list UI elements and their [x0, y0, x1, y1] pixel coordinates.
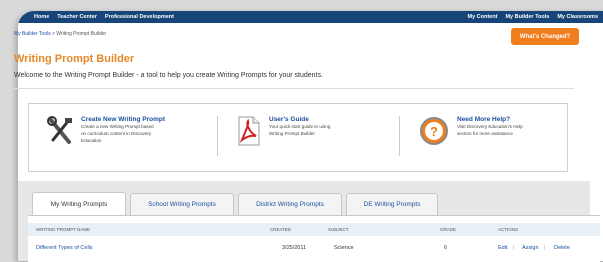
users-guide-desc-2: Writing Prompt Builder: [269, 131, 315, 136]
create-prompt-link[interactable]: Create New Writing Prompt: [81, 116, 165, 123]
users-guide-desc-1: Your quick start guide to using: [269, 124, 331, 129]
tab-school-writing-prompts[interactable]: School Writing Prompts: [130, 193, 234, 215]
assign-link[interactable]: Assign: [522, 245, 539, 251]
tools-icon: [47, 116, 72, 144]
create-prompt-desc-1: Create a new Writing Prompt based: [81, 124, 154, 129]
more-help-item[interactable]: ? Need More Help? Visit Discovery Educat…: [419, 116, 523, 146]
header-actions: ACTIONS: [498, 227, 519, 232]
breadcrumb-current: Writing Prompt Builder: [56, 31, 107, 37]
create-prompt-desc-3: Education: [81, 138, 102, 143]
info-panel: Create New Writing Prompt Create a new W…: [28, 103, 568, 172]
divider: [14, 88, 574, 89]
created-date: 3/25/2011: [282, 245, 307, 251]
svg-text:?: ?: [430, 124, 438, 139]
delete-link[interactable]: Delete: [554, 245, 570, 251]
nav-my-classrooms[interactable]: My Classrooms: [557, 14, 598, 20]
tab-district-writing-prompts[interactable]: District Writing Prompts: [238, 193, 342, 215]
nav-professional-development[interactable]: Professional Development: [105, 14, 174, 20]
top-navigation: Home Teacher Center Professional Develop…: [18, 11, 603, 23]
header-writing-prompt-name[interactable]: WRITING PROMPT NAME: [36, 227, 90, 232]
table-header: WRITING PROMPT NAME CREATED SUBJECT GRAD…: [28, 223, 600, 236]
edit-link[interactable]: Edit: [498, 245, 507, 251]
separator: [217, 116, 218, 156]
more-help-desc-1: Visit Discovery Education's Help: [457, 124, 523, 129]
grade-value: 6: [444, 245, 448, 251]
page-title: Writing Prompt Builder: [14, 53, 135, 65]
whats-changed-button[interactable]: What's Changed?: [511, 28, 579, 45]
welcome-text: Welcome to the Writing Prompt Builder - …: [14, 72, 323, 79]
more-help-link[interactable]: Need More Help?: [457, 116, 523, 123]
breadcrumb-link-builder-tools[interactable]: My Builder Tools: [14, 31, 51, 37]
users-guide-link[interactable]: User's Guide: [269, 116, 330, 123]
nav-my-builder-tools[interactable]: My Builder Tools: [505, 14, 549, 20]
prompt-name-link[interactable]: Different Types of Cells: [36, 245, 93, 251]
header-grade[interactable]: GRADE: [440, 227, 456, 232]
users-guide-item[interactable]: User's Guide Your quick start guide to u…: [237, 116, 330, 146]
pdf-icon: [238, 116, 260, 146]
help-icon: ?: [420, 117, 448, 145]
action-separator: |: [513, 245, 515, 251]
header-created[interactable]: CREATED: [270, 227, 291, 232]
action-separator: |: [544, 245, 546, 251]
separator: [399, 116, 400, 156]
nav-home[interactable]: Home: [34, 14, 49, 20]
nav-teacher-center[interactable]: Teacher Center: [57, 14, 97, 20]
subject-value: Science: [334, 245, 354, 251]
tab-de-writing-prompts[interactable]: DE Writing Prompts: [346, 193, 438, 215]
breadcrumb: My Builder Tools > Writing Prompt Builde…: [14, 31, 106, 37]
more-help-desc-2: section for more assistance: [457, 131, 513, 136]
create-prompt-desc-2: on curriculum content in Discovery: [81, 131, 152, 136]
create-prompt-item[interactable]: Create New Writing Prompt Create a new W…: [47, 116, 165, 146]
tab-my-writing-prompts[interactable]: My Writing Prompts: [32, 192, 126, 216]
header-subject[interactable]: SUBJECT: [328, 227, 349, 232]
nav-my-content[interactable]: My Content: [467, 14, 497, 20]
prompts-table: WRITING PROMPT NAME CREATED SUBJECT GRAD…: [28, 215, 600, 262]
